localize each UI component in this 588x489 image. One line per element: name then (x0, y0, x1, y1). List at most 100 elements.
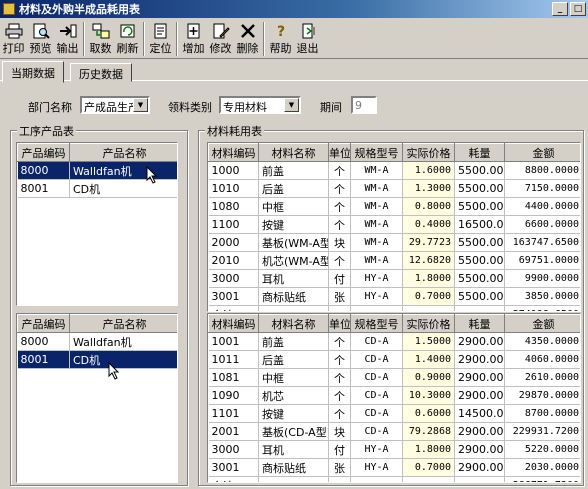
title-bar[interactable]: 材料及外购半成品耗用表 _ □ (0, 0, 588, 18)
column-header-amount[interactable]: 金额 (504, 143, 580, 162)
locate-icon (152, 22, 170, 39)
period-field[interactable]: 9 (351, 96, 377, 114)
table-row[interactable]: 1000 前盖个 WM-A 1.6000 5500.00 8800.0000 (208, 161, 580, 180)
product-code-cell: 8000 (17, 332, 70, 351)
minimize-button[interactable]: _ (552, 2, 568, 16)
table-row[interactable]: 1011 后盖个 CD-A 1.4000 2900.00 4060.0000 (208, 350, 580, 369)
product-table-bottom[interactable]: 产品编码 产品名称 8000 Walldfan机 8001 CD机 (16, 313, 178, 483)
amount-cell: 9900.0000 (504, 269, 580, 288)
price-cell: 0.9000 (402, 368, 455, 387)
spec-cell: WM-A (350, 251, 403, 270)
fetch-data-button[interactable]: 取数 (87, 20, 114, 58)
exit-button[interactable]: 退出 (294, 20, 321, 58)
material-code-cell: 3000 (208, 269, 259, 288)
material-name-cell: 基板(WM-A型) (258, 233, 329, 252)
material-name-cell: 前盖 (258, 332, 329, 351)
price-cell: 1.4000 (402, 350, 455, 369)
table-row[interactable]: 2001 基板(CD-A型) 块 CD-A 79.2868 2900.00 229931.7… (208, 422, 580, 441)
column-header-spec[interactable]: 规格型号 (350, 143, 403, 162)
column-header-price[interactable]: 实际价格 (402, 314, 455, 333)
price-cell: 0.7000 (402, 287, 455, 306)
unit-cell: 个 (328, 251, 351, 270)
product-table-top[interactable]: 产品编码 产品名称 8000 Walldfan机 8001 CD机 (16, 142, 178, 306)
total-label: 合计 (208, 305, 259, 311)
spec-cell: HY-A (350, 287, 403, 306)
spec-cell: HY-A (350, 440, 403, 459)
material-code-cell: 1100 (208, 215, 259, 234)
export-button[interactable]: 输出 (54, 20, 81, 58)
amount-cell: 2610.0000 (504, 368, 580, 387)
material-table-top[interactable]: 材料编码 材料名称 单位 规格型号 实际价格 耗量 金额 1000 前盖个 WM-A… (207, 142, 581, 312)
empty-cell (454, 305, 505, 311)
table-row[interactable]: 1101按键个CD-A0.600014500.008700.0000 (208, 404, 580, 423)
table-row[interactable]: 1080 中框个 WM-A 0.8000 5500.00 4400.0000 (208, 197, 580, 216)
table-row[interactable]: 2010 机芯(WM-A型) 个 WM-A 12.6820 5500.00 69751.00… (208, 251, 580, 270)
dept-select[interactable]: 产成品生产 ▼ (80, 96, 150, 114)
refresh-button[interactable]: 刷新 (114, 20, 141, 58)
column-header-material-code[interactable]: 材料编码 (208, 314, 259, 333)
table-row[interactable]: 1100按键个WM-A0.400016500.006600.0000 (208, 215, 580, 234)
column-header-amount[interactable]: 金额 (504, 314, 580, 333)
column-header-material-name[interactable]: 材料名称 (258, 143, 329, 162)
table-row[interactable]: 1090 机芯个 CD-A 10.3000 2900.00 29870.0000 (208, 386, 580, 405)
toolbar-separator (143, 22, 145, 56)
category-select[interactable]: 专用材料 ▼ (219, 96, 301, 114)
table-row[interactable]: 1081 中框个 CD-A 0.9000 2900.00 2610.0000 (208, 368, 580, 387)
table-row[interactable]: 8001 CD机 (17, 350, 177, 369)
column-header-product-name[interactable]: 产品名称 (69, 314, 177, 333)
spec-cell: CD-A (350, 332, 403, 351)
product-name-cell: Walldfan机 (69, 161, 177, 180)
preview-button[interactable]: 预览 (27, 20, 54, 58)
column-header-unit[interactable]: 单位 (328, 314, 351, 333)
price-cell: 0.8000 (402, 197, 455, 216)
maximize-button[interactable]: □ (570, 2, 586, 16)
column-header-product-code[interactable]: 产品编码 (17, 143, 70, 162)
locate-button[interactable]: 定位 (147, 20, 174, 58)
edit-button[interactable]: 修改 (207, 20, 234, 58)
table-row[interactable]: 3001 商标贴纸张 HY-A 0.7000 5500.00 3850.0000 (208, 287, 580, 306)
amount-cell: 8800.0000 (504, 161, 580, 180)
column-header-quantity[interactable]: 耗量 (454, 143, 505, 162)
column-header-unit[interactable]: 单位 (328, 143, 351, 162)
table-row[interactable]: 1010 后盖个 WM-A 1.3000 5500.00 7150.0000 (208, 179, 580, 198)
unit-cell: 个 (328, 215, 351, 234)
chevron-down-icon[interactable]: ▼ (284, 98, 299, 112)
unit-cell: 张 (328, 458, 351, 477)
unit-cell: 个 (328, 386, 351, 405)
product-name-cell: CD机 (69, 179, 177, 198)
column-header-product-code[interactable]: 产品编码 (17, 314, 70, 333)
material-code-cell: 1000 (208, 161, 259, 180)
print-button[interactable]: 打印 (0, 20, 27, 58)
total-row[interactable]: 合计 274198.6500 (208, 305, 580, 311)
table-row[interactable]: 8000 Walldfan机 (17, 332, 177, 351)
column-header-material-name[interactable]: 材料名称 (258, 314, 329, 333)
column-header-material-code[interactable]: 材料编码 (208, 143, 259, 162)
column-header-spec[interactable]: 规格型号 (350, 314, 403, 333)
table-row[interactable]: 8001 CD机 (17, 179, 177, 198)
table-row[interactable]: 3001 商标贴纸张 HY-A 0.7000 2900.00 2030.0000 (208, 458, 580, 477)
total-row[interactable]: 合计 286771.7200 (208, 476, 580, 482)
table-row[interactable]: 3000 耳机付 HY-A 1.8000 5500.00 9900.0000 (208, 269, 580, 288)
exit-icon (299, 22, 317, 39)
column-header-product-name[interactable]: 产品名称 (69, 143, 177, 162)
printer-icon (5, 22, 23, 39)
chevron-down-icon[interactable]: ▼ (133, 98, 148, 112)
table-row[interactable]: 1001 前盖个 CD-A 1.5000 2900.00 4350.0000 (208, 332, 580, 351)
product-name-cell: Walldfan机 (69, 332, 177, 351)
tab-current-data[interactable]: 当期数据 (2, 61, 64, 83)
amount-cell: 8700.0000 (504, 404, 580, 423)
material-name-cell: 耳机 (258, 269, 329, 288)
add-button[interactable]: 增加 (180, 20, 207, 58)
empty-cell (402, 305, 455, 311)
column-header-quantity[interactable]: 耗量 (454, 314, 505, 333)
material-table-bottom[interactable]: 材料编码 材料名称 单位 规格型号 实际价格 耗量 金额 1001 前盖个 CD-A… (207, 313, 581, 483)
column-header-price[interactable]: 实际价格 (402, 143, 455, 162)
edit-icon (212, 22, 230, 39)
table-row[interactable]: 8000 Walldfan机 (17, 161, 177, 180)
table-row[interactable]: 2000 基板(WM-A型) 块 WM-A 29.7723 5500.00 163747.6… (208, 233, 580, 252)
table-row[interactable]: 3000 耳机付 HY-A 1.8000 2900.00 5220.0000 (208, 440, 580, 459)
help-button[interactable]: ? 帮助 (267, 20, 294, 58)
unit-cell: 个 (328, 332, 351, 351)
delete-button[interactable]: 删除 (234, 20, 261, 58)
tab-history-data[interactable]: 历史数据 (70, 63, 132, 82)
